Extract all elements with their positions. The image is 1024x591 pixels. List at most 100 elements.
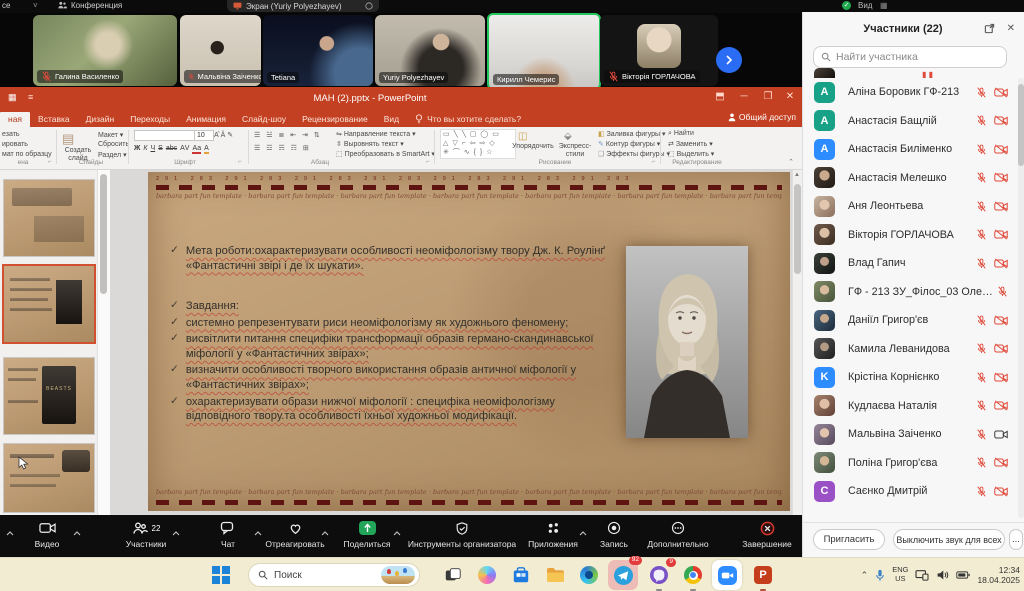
font-name-box[interactable] — [134, 130, 196, 141]
video-tile-3[interactable]: Tetiana — [263, 15, 373, 86]
next-videos-button[interactable] — [716, 47, 742, 73]
scroll-up-icon[interactable]: ▲ — [794, 172, 800, 178]
view-menu[interactable]: Вид — [858, 1, 872, 10]
screen-share-tab[interactable]: Экран (Yuriy Polyezhayev) — [227, 0, 379, 12]
format-painter-button[interactable]: мат по образцу — [2, 151, 52, 158]
ppt-tab-3[interactable]: Дизайн — [78, 112, 123, 127]
tray-volume-icon[interactable] — [936, 569, 949, 581]
task-view-button[interactable] — [440, 562, 466, 588]
participant-row[interactable]: CСаєнко Дмитрій — [803, 477, 1017, 506]
font-size-box[interactable]: 10 — [194, 130, 214, 141]
participant-row[interactable]: Поліна Григор'єва — [803, 449, 1017, 478]
close-icon[interactable]: ✕ — [780, 91, 800, 102]
find-button[interactable]: ⌕ Найти — [668, 130, 694, 138]
participant-row[interactable]: Влад Гапич — [803, 249, 1017, 278]
participant-row[interactable]: Даніїл Григор'єв — [803, 306, 1017, 335]
thumbnails-scrollbar[interactable] — [97, 170, 110, 515]
popout-icon[interactable] — [984, 23, 995, 37]
slide-thumbnail-1[interactable] — [4, 180, 94, 256]
participant-row[interactable]: AАнастасія Биліменко — [803, 135, 1017, 164]
dialog-launcher-icon[interactable]: ⌐ — [426, 159, 430, 165]
ppt-tab-1[interactable]: ная — [0, 112, 30, 127]
dialog-launcher-icon[interactable]: ⌐ — [238, 159, 242, 165]
align-buttons[interactable]: ☰ ☲ ☴ ☶ ⊞ — [254, 144, 311, 152]
copilot-button[interactable] — [474, 562, 500, 588]
conference-label[interactable]: Конференция — [71, 1, 122, 10]
participant-row[interactable]: ГФ - 213 ЗУ_Філос_03 Олексій Отри... — [803, 278, 1017, 307]
telegram-button[interactable]: 92 — [608, 560, 638, 590]
file-explorer-button[interactable] — [542, 562, 568, 588]
video-tile-1[interactable]: Галина Василенко — [33, 15, 177, 86]
video-tile-4[interactable]: Yuriy Polyezhayev — [375, 15, 485, 86]
zoom-app-button[interactable] — [712, 560, 742, 590]
shapes-gallery[interactable]: ▭ ╲ ╲ ▢ ◯ ▭△ ▽ ⌐ ⇦ ⇨ ◇✳ ⌒ ∿ { } ☆ — [440, 129, 516, 159]
participant-row[interactable]: Мальвіна Заіченко — [803, 420, 1017, 449]
participant-row[interactable]: Кудлаєва Наталія — [803, 392, 1017, 421]
participant-row[interactable]: Вікторія ГОРЛАЧОВА — [803, 221, 1017, 250]
smartart-button[interactable]: ⬚ Преобразовать в SmartArt ▾ — [336, 150, 435, 158]
chevron-up-icon[interactable] — [73, 531, 81, 536]
cut-button[interactable]: езать — [2, 131, 20, 138]
arrange-button[interactable]: Упорядочить — [512, 143, 554, 151]
participants-scrollbar[interactable] — [1018, 78, 1024, 518]
minimize-icon[interactable]: ─ — [734, 91, 754, 102]
list-buttons[interactable]: ☰ ☱ ≣ ⇤ ⇥ ⇅ — [254, 131, 322, 139]
reset-button[interactable]: Сбросить — [98, 141, 129, 148]
participant-row[interactable]: KКрістіна Корнієнко — [803, 363, 1017, 392]
dialog-launcher-icon[interactable]: ⌐ — [652, 159, 656, 165]
restore-icon[interactable]: ❐ — [758, 91, 778, 102]
tray-battery-icon[interactable] — [956, 570, 970, 580]
slide-thumbnail-4[interactable] — [4, 444, 94, 512]
font-style-buttons[interactable]: ЖКЧSabcАVАаА — [134, 145, 212, 154]
ppt-tab-5[interactable]: Анимация — [178, 112, 234, 127]
copy-button[interactable]: ировать — [2, 141, 28, 148]
align-text-button[interactable]: ⇳ Выровнять текст ▾ — [336, 140, 404, 148]
slide-bullet-list[interactable]: ✓Мета роботи:охарактеризувати особливост… — [170, 244, 618, 426]
video-tile-5[interactable]: Кирилл Чемерис — [487, 13, 601, 90]
mute-all-button[interactable]: Выключить звук для всех — [893, 529, 1005, 550]
tell-me-box[interactable]: Что вы хотите сделать? — [407, 112, 529, 127]
tray-network-icon[interactable] — [915, 569, 929, 581]
ppt-tab-6[interactable]: Слайд-шоу — [234, 112, 294, 127]
zoom-toolbar-5-button[interactable]: Поделиться — [312, 519, 422, 549]
dialog-launcher-icon[interactable]: ⌐ — [48, 159, 52, 165]
viber-button[interactable]: 9 — [646, 562, 672, 588]
participant-row[interactable]: Анастасія Мелешко — [803, 164, 1017, 193]
text-direction-button[interactable]: ⇋ Направление текста ▾ — [336, 130, 416, 138]
participant-row-partial[interactable]: ▮ ▮ — [814, 68, 1014, 78]
start-button[interactable] — [208, 562, 234, 588]
more-options-button[interactable]: ... — [1009, 529, 1023, 550]
close-panel-icon[interactable]: ✕ — [1007, 23, 1015, 34]
ppt-tab-4[interactable]: Переходы — [122, 112, 178, 127]
participant-row[interactable]: AАліна Боровик ГФ-213 — [803, 78, 1017, 107]
options-caret[interactable] — [393, 523, 401, 541]
ppt-tab-8[interactable]: Вид — [376, 112, 407, 127]
slide-thumbnail-2-selected[interactable] — [4, 266, 94, 342]
slide-thumbnail-3[interactable]: BEASTS — [4, 358, 94, 434]
participant-row[interactable]: Аня Леонтьева — [803, 192, 1017, 221]
edge-button[interactable] — [576, 562, 602, 588]
chevron-up-icon[interactable] — [393, 531, 401, 536]
quick-styles-button[interactable]: Экспресс-стили — [556, 143, 594, 158]
tray-clock[interactable]: 12:3418.04.2025 — [977, 565, 1020, 585]
replace-button[interactable]: ⇄ Заменить ▾ — [668, 140, 713, 148]
ppt-tab-7[interactable]: Рецензирование — [294, 112, 376, 127]
taskbar-search[interactable]: Поиск — [248, 563, 420, 587]
collapse-ribbon-icon[interactable]: ⌃ — [788, 158, 794, 166]
shape-outline-button[interactable]: ✎ Контур фигуры ▾ — [598, 140, 660, 148]
zoom-toolbar-1-button[interactable]: Видео — [0, 519, 102, 549]
section-button[interactable]: Раздел ▾ — [98, 151, 127, 159]
participant-row[interactable]: AАнастасія Бащлій — [803, 107, 1017, 136]
tray-mic-icon[interactable] — [875, 569, 885, 582]
grow-shrink-font-buttons[interactable]: А̂ А̌ ✎ — [214, 131, 233, 139]
participant-search-input[interactable]: Найти участника — [813, 46, 1007, 68]
ribbon-options-icon[interactable]: ⬒ — [710, 91, 730, 102]
tray-chevron-icon[interactable]: ⌃ — [861, 570, 869, 581]
select-button[interactable]: ⬚ Выделить ▾ — [668, 150, 714, 158]
chrome-button[interactable] — [680, 562, 706, 588]
current-slide[interactable]: 291 283 291 283 291 283 291 283 291 283 … — [148, 172, 790, 511]
video-tile-6[interactable]: Вікторія ГОРЛАЧОВА — [600, 15, 718, 86]
powerpoint-button[interactable]: P — [750, 562, 776, 588]
ppt-tab-2[interactable]: Вставка — [30, 112, 78, 127]
language-indicator[interactable]: ENGUS — [892, 566, 908, 583]
